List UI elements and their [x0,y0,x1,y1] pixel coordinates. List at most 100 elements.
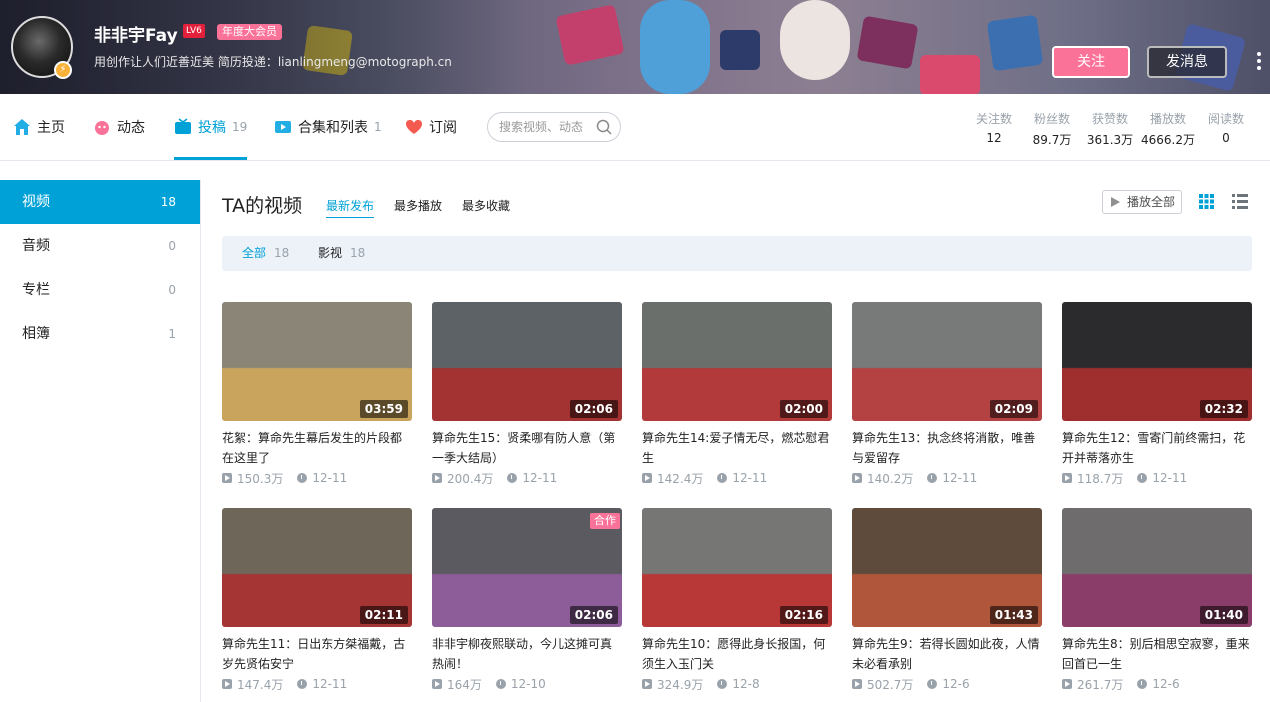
sort-most-favorited[interactable]: 最多收藏 [462,197,510,214]
video-card[interactable]: 02:16 算命先生10：愿得此身长报国，何须生入玉门关 324.9万 12-8 [642,508,832,692]
stat-following[interactable]: 关注数 12 [974,110,1014,145]
heart-icon [406,120,422,134]
filter-film[interactable]: 影视 18 [318,236,365,271]
search-icon[interactable] [596,119,612,135]
video-title[interactable]: 算命先生9：若得长圆如此夜，人情未必看承别 [852,634,1042,674]
video-card[interactable]: 02:00 算命先生14:爱子情无尽，燃芯慰君生 142.4万 12-11 [642,302,832,486]
stat-plays: 播放数 4666.2万 [1140,110,1196,148]
sidebar-item-article[interactable]: 专栏 0 [0,268,200,312]
follow-button[interactable]: 关注 [1052,46,1130,78]
tab-uploads[interactable]: 投稿 19 [174,94,248,160]
video-thumbnail[interactable]: 02:32 [1062,302,1252,421]
video-thumbnail[interactable]: 02:06 [432,302,622,421]
video-title[interactable]: 算命先生12：雪寄门前终需扫，花开并蒂落亦生 [1062,428,1252,468]
search-input[interactable]: 搜索视频、动态 [487,112,621,142]
video-duration: 02:00 [779,400,828,418]
play-icon [1111,197,1120,207]
stat-label: 阅读数 [1207,112,1244,126]
video-thumbnail[interactable]: 01:40 [1062,508,1252,627]
video-meta: 140.2万 12-11 [852,470,1042,486]
clock-icon [297,473,308,483]
filter-label: 影视 [318,246,343,260]
banner-character [640,0,710,94]
sort-most-played[interactable]: 最多播放 [394,197,442,214]
video-title[interactable]: 非非宇柳夜熙联动，今儿这摊可真热闹！ [432,634,622,674]
video-card[interactable]: 02:11 算命先生11：日出东方桀福戴，古岁先贤佑安宁 147.4万 12-11 [222,508,412,692]
video-title[interactable]: 算命先生15：贤柔哪有防人意（第一季大结局） [432,428,622,468]
tab-subscribe-label: 订阅 [429,120,457,136]
video-meta: 261.7万 12-6 [1062,676,1252,692]
home-icon [14,119,30,135]
video-meta: 118.7万 12-11 [1062,470,1252,486]
view-count: 324.9万 [657,677,704,692]
view-count: 150.3万 [237,471,284,486]
video-thumbnail[interactable]: 03:59 [222,302,412,421]
video-card[interactable]: 02:09 算命先生13：执念终将消散，唯善与爱留存 140.2万 12-11 [852,302,1042,486]
vip-badge: 年度大会员 [217,24,282,40]
user-signature: 用创作让人们近善近美 简历投递：lianlingmeng@motograph.c… [94,55,452,69]
sidebar-item-count: 0 [168,239,176,253]
video-meta: 164万 12-10 [432,676,622,692]
video-title[interactable]: 算命先生11：日出东方桀福戴，古岁先贤佑安宁 [222,634,412,674]
video-thumbnail[interactable]: 02:16 [642,508,832,627]
video-title[interactable]: 算命先生13：执念终将消散，唯善与爱留存 [852,428,1042,468]
tab-dynamic[interactable]: 动态 [93,94,145,160]
sidebar-item-count: 0 [168,283,176,297]
video-thumbnail[interactable]: 02:11 [222,508,412,627]
publish-date: 12-11 [1152,471,1188,485]
sidebar-item-video[interactable]: 视频 18 [0,180,200,224]
video-card[interactable]: 02:32 算命先生12：雪寄门前终需扫，花开并蒂落亦生 118.7万 12-11 [1062,302,1252,486]
video-thumbnail[interactable]: 02:09 [852,302,1042,421]
clock-icon [927,473,938,483]
video-meta: 142.4万 12-11 [642,470,832,486]
video-thumbnail[interactable]: 合作 02:06 [432,508,622,627]
dynamic-icon [95,121,109,135]
tab-collections-count: 1 [374,120,382,134]
video-card[interactable]: 02:06 算命先生15：贤柔哪有防人意（第一季大结局） 200.4万 12-11 [432,302,622,486]
banner-gift-box [856,15,919,70]
play-count-icon [432,473,442,483]
video-card[interactable]: 01:40 算命先生8：别后相思空寂寥，重来回首已一生 261.7万 12-6 [1062,508,1252,692]
category-filter-bar: 全部 18 影视 18 [222,236,1252,271]
sidebar-item-count: 1 [168,327,176,341]
tab-home[interactable]: 主页 [13,94,65,160]
video-title[interactable]: 算命先生10：愿得此身长报国，何须生入玉门关 [642,634,832,674]
tab-subscribe[interactable]: 订阅 [405,94,457,160]
video-duration: 02:06 [569,606,618,624]
video-thumbnail[interactable]: 02:00 [642,302,832,421]
play-count-icon [1062,473,1072,483]
sidebar-item-album[interactable]: 相簿 1 [0,312,200,356]
stat-likes: 获赞数 361.3万 [1086,110,1134,148]
publish-date: 12-10 [510,677,546,691]
video-card[interactable]: 03:59 花絮：算命先生幕后发生的片段都在这里了 150.3万 12-11 [222,302,412,486]
more-options-icon[interactable] [1255,52,1263,72]
banner-gift-box [555,4,625,66]
play-all-button[interactable]: 播放全部 [1102,190,1182,214]
video-thumbnail[interactable]: 01:43 [852,508,1042,627]
video-card[interactable]: 合作 02:06 非非宇柳夜熙联动，今儿这摊可真热闹！ 164万 12-10 [432,508,622,692]
video-title[interactable]: 算命先生14:爱子情无尽，燃芯慰君生 [642,428,832,468]
video-title[interactable]: 花絮：算命先生幕后发生的片段都在这里了 [222,428,412,468]
publish-date: 12-11 [942,471,978,485]
stat-value: 4666.2万 [1141,133,1195,147]
filter-label: 全部 [242,246,267,260]
clock-icon [1137,473,1148,483]
view-count: 200.4万 [447,471,494,486]
filter-all[interactable]: 全部 18 [242,236,289,271]
list-view-icon[interactable] [1232,194,1248,209]
message-button[interactable]: 发消息 [1147,46,1227,78]
sidebar-item-label: 专栏 [22,282,50,298]
stat-fans[interactable]: 粉丝数 89.7万 [1030,110,1074,148]
sidebar-item-label: 视频 [22,194,50,210]
grid-view-icon[interactable] [1199,194,1214,209]
video-title[interactable]: 算命先生8：别后相思空寂寥，重来回首已一生 [1062,634,1252,674]
stat-reads: 阅读数 0 [1206,110,1246,145]
banner-plush [780,0,850,80]
play-count-icon [432,679,442,689]
sort-latest[interactable]: 最新发布 [326,197,375,218]
sidebar-item-audio[interactable]: 音频 0 [0,224,200,268]
video-card[interactable]: 01:43 算命先生9：若得长圆如此夜，人情未必看承别 502.7万 12-6 [852,508,1042,692]
play-count-icon [1062,679,1072,689]
sidebar-item-count: 18 [160,195,176,209]
tab-collections[interactable]: 合集和列表 1 [274,94,382,160]
